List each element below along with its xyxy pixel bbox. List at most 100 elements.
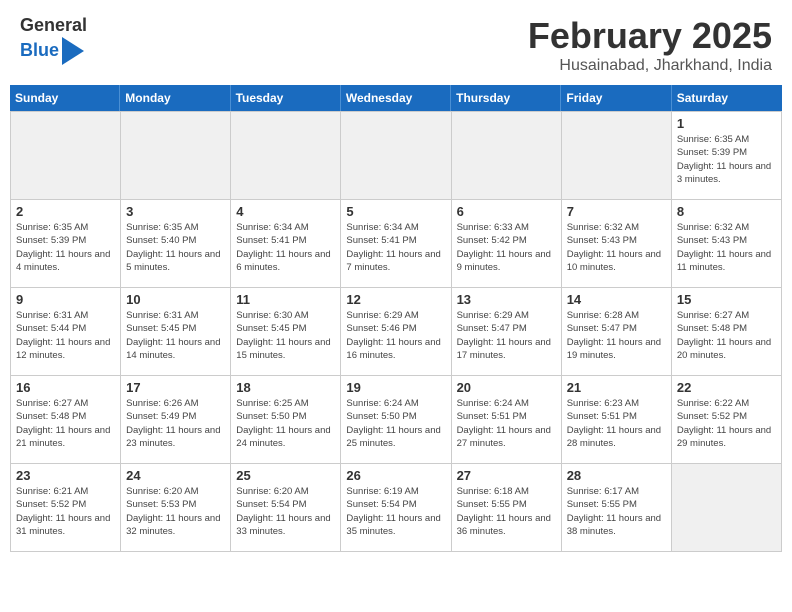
day-info: Sunrise: 6:24 AM Sunset: 5:51 PM Dayligh…: [457, 397, 556, 450]
day-info: Sunrise: 6:20 AM Sunset: 5:54 PM Dayligh…: [236, 485, 335, 538]
day-info: Sunrise: 6:23 AM Sunset: 5:51 PM Dayligh…: [567, 397, 666, 450]
day-number: 13: [457, 292, 556, 307]
day-info: Sunrise: 6:18 AM Sunset: 5:55 PM Dayligh…: [457, 485, 556, 538]
day-number: 12: [346, 292, 445, 307]
calendar-cell: [231, 112, 341, 200]
calendar-cell: 9 Sunrise: 6:31 AM Sunset: 5:44 PM Dayli…: [11, 288, 121, 376]
day-number: 22: [677, 380, 776, 395]
calendar-cell: 10 Sunrise: 6:31 AM Sunset: 5:45 PM Dayl…: [121, 288, 231, 376]
calendar-cell: 20 Sunrise: 6:24 AM Sunset: 5:51 PM Dayl…: [452, 376, 562, 464]
day-number: 9: [16, 292, 115, 307]
calendar-cell: 13 Sunrise: 6:29 AM Sunset: 5:47 PM Dayl…: [452, 288, 562, 376]
calendar-cell: 5 Sunrise: 6:34 AM Sunset: 5:41 PM Dayli…: [341, 200, 451, 288]
day-number: 24: [126, 468, 225, 483]
day-info: Sunrise: 6:29 AM Sunset: 5:46 PM Dayligh…: [346, 309, 445, 362]
day-info: Sunrise: 6:28 AM Sunset: 5:47 PM Dayligh…: [567, 309, 666, 362]
location: Husainabad, Jharkhand, India: [528, 57, 772, 75]
calendar-cell: 8 Sunrise: 6:32 AM Sunset: 5:43 PM Dayli…: [672, 200, 782, 288]
day-info: Sunrise: 6:26 AM Sunset: 5:49 PM Dayligh…: [126, 397, 225, 450]
day-number: 3: [126, 204, 225, 219]
calendar-cell: [452, 112, 562, 200]
day-info: Sunrise: 6:29 AM Sunset: 5:47 PM Dayligh…: [457, 309, 556, 362]
calendar-cell: 17 Sunrise: 6:26 AM Sunset: 5:49 PM Dayl…: [121, 376, 231, 464]
logo-text: General Blue: [20, 15, 87, 65]
day-number: 11: [236, 292, 335, 307]
day-number: 21: [567, 380, 666, 395]
header: General Blue February 2025 Husainabad, J…: [0, 0, 792, 85]
day-info: Sunrise: 6:33 AM Sunset: 5:42 PM Dayligh…: [457, 221, 556, 274]
day-number: 23: [16, 468, 115, 483]
calendar-cell: 22 Sunrise: 6:22 AM Sunset: 5:52 PM Dayl…: [672, 376, 782, 464]
calendar-cell: 2 Sunrise: 6:35 AM Sunset: 5:39 PM Dayli…: [11, 200, 121, 288]
calendar-cell: 4 Sunrise: 6:34 AM Sunset: 5:41 PM Dayli…: [231, 200, 341, 288]
day-info: Sunrise: 6:20 AM Sunset: 5:53 PM Dayligh…: [126, 485, 225, 538]
day-info: Sunrise: 6:31 AM Sunset: 5:44 PM Dayligh…: [16, 309, 115, 362]
logo-blue: Blue: [20, 37, 87, 65]
page-container: General Blue February 2025 Husainabad, J…: [0, 0, 792, 562]
calendar-cell: [11, 112, 121, 200]
header-wednesday: Wednesday: [341, 85, 451, 111]
month-year: February 2025: [528, 15, 772, 57]
day-info: Sunrise: 6:31 AM Sunset: 5:45 PM Dayligh…: [126, 309, 225, 362]
day-number: 16: [16, 380, 115, 395]
calendar-cell: 24 Sunrise: 6:20 AM Sunset: 5:53 PM Dayl…: [121, 464, 231, 552]
day-number: 28: [567, 468, 666, 483]
day-number: 25: [236, 468, 335, 483]
calendar-cell: 19 Sunrise: 6:24 AM Sunset: 5:50 PM Dayl…: [341, 376, 451, 464]
day-number: 26: [346, 468, 445, 483]
calendar-header: Sunday Monday Tuesday Wednesday Thursday…: [10, 85, 782, 111]
calendar-cell: [562, 112, 672, 200]
day-number: 5: [346, 204, 445, 219]
day-info: Sunrise: 6:27 AM Sunset: 5:48 PM Dayligh…: [16, 397, 115, 450]
calendar-cell: 14 Sunrise: 6:28 AM Sunset: 5:47 PM Dayl…: [562, 288, 672, 376]
header-tuesday: Tuesday: [231, 85, 341, 111]
day-number: 1: [677, 116, 776, 131]
day-info: Sunrise: 6:35 AM Sunset: 5:39 PM Dayligh…: [677, 133, 776, 186]
calendar-body: 1 Sunrise: 6:35 AM Sunset: 5:39 PM Dayli…: [10, 111, 782, 552]
day-number: 18: [236, 380, 335, 395]
day-info: Sunrise: 6:21 AM Sunset: 5:52 PM Dayligh…: [16, 485, 115, 538]
day-info: Sunrise: 6:30 AM Sunset: 5:45 PM Dayligh…: [236, 309, 335, 362]
day-info: Sunrise: 6:34 AM Sunset: 5:41 PM Dayligh…: [236, 221, 335, 274]
calendar-cell: 27 Sunrise: 6:18 AM Sunset: 5:55 PM Dayl…: [452, 464, 562, 552]
day-number: 8: [677, 204, 776, 219]
header-friday: Friday: [561, 85, 671, 111]
title-block: February 2025 Husainabad, Jharkhand, Ind…: [528, 15, 772, 75]
day-info: Sunrise: 6:19 AM Sunset: 5:54 PM Dayligh…: [346, 485, 445, 538]
calendar-cell: 28 Sunrise: 6:17 AM Sunset: 5:55 PM Dayl…: [562, 464, 672, 552]
logo-general: General: [20, 15, 87, 37]
day-info: Sunrise: 6:24 AM Sunset: 5:50 PM Dayligh…: [346, 397, 445, 450]
day-number: 4: [236, 204, 335, 219]
day-number: 15: [677, 292, 776, 307]
day-number: 17: [126, 380, 225, 395]
calendar-cell: [341, 112, 451, 200]
day-info: Sunrise: 6:34 AM Sunset: 5:41 PM Dayligh…: [346, 221, 445, 274]
header-thursday: Thursday: [451, 85, 561, 111]
calendar-cell: 6 Sunrise: 6:33 AM Sunset: 5:42 PM Dayli…: [452, 200, 562, 288]
day-info: Sunrise: 6:35 AM Sunset: 5:40 PM Dayligh…: [126, 221, 225, 274]
calendar-cell: 16 Sunrise: 6:27 AM Sunset: 5:48 PM Dayl…: [11, 376, 121, 464]
day-info: Sunrise: 6:32 AM Sunset: 5:43 PM Dayligh…: [677, 221, 776, 274]
day-number: 2: [16, 204, 115, 219]
calendar-cell: 12 Sunrise: 6:29 AM Sunset: 5:46 PM Dayl…: [341, 288, 451, 376]
calendar-cell: 1 Sunrise: 6:35 AM Sunset: 5:39 PM Dayli…: [672, 112, 782, 200]
calendar-cell: 7 Sunrise: 6:32 AM Sunset: 5:43 PM Dayli…: [562, 200, 672, 288]
calendar-cell: 15 Sunrise: 6:27 AM Sunset: 5:48 PM Dayl…: [672, 288, 782, 376]
day-info: Sunrise: 6:17 AM Sunset: 5:55 PM Dayligh…: [567, 485, 666, 538]
day-number: 19: [346, 380, 445, 395]
day-info: Sunrise: 6:27 AM Sunset: 5:48 PM Dayligh…: [677, 309, 776, 362]
day-info: Sunrise: 6:22 AM Sunset: 5:52 PM Dayligh…: [677, 397, 776, 450]
logo-arrow-icon: [62, 37, 84, 65]
day-number: 14: [567, 292, 666, 307]
header-sunday: Sunday: [10, 85, 120, 111]
day-number: 6: [457, 204, 556, 219]
calendar-cell: 21 Sunrise: 6:23 AM Sunset: 5:51 PM Dayl…: [562, 376, 672, 464]
calendar-cell: 18 Sunrise: 6:25 AM Sunset: 5:50 PM Dayl…: [231, 376, 341, 464]
header-monday: Monday: [120, 85, 230, 111]
logo: General Blue: [20, 15, 87, 65]
day-info: Sunrise: 6:32 AM Sunset: 5:43 PM Dayligh…: [567, 221, 666, 274]
calendar-cell: 26 Sunrise: 6:19 AM Sunset: 5:54 PM Dayl…: [341, 464, 451, 552]
day-number: 10: [126, 292, 225, 307]
header-saturday: Saturday: [672, 85, 782, 111]
calendar: Sunday Monday Tuesday Wednesday Thursday…: [0, 85, 792, 562]
